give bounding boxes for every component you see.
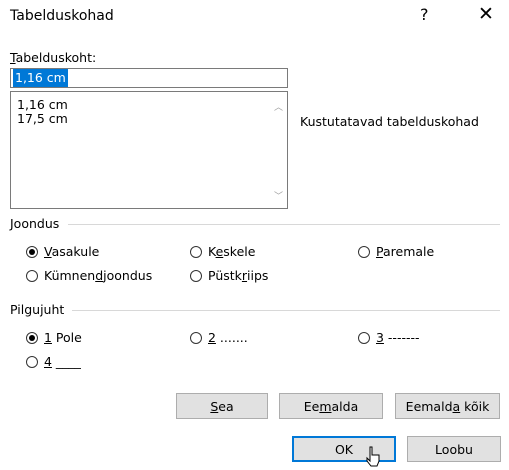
radio-unchecked-icon: [190, 245, 202, 258]
radio-unchecked-icon: [26, 269, 38, 282]
cancel-button[interactable]: Loobu: [407, 436, 501, 462]
leader-dashes-radio[interactable]: 3 -------: [358, 330, 420, 345]
set-button[interactable]: Sea: [176, 393, 268, 419]
radio-unchecked-icon: [26, 355, 38, 368]
leader-label: Pilgujuht: [10, 302, 65, 317]
radio-unchecked-icon: [190, 331, 202, 344]
radio-unchecked-icon: [358, 245, 370, 258]
close-icon[interactable]: ✕: [478, 3, 494, 25]
alignment-label: Joondus: [10, 216, 60, 231]
tab-position-input[interactable]: 1,16 cm: [10, 68, 288, 88]
dialog-title: Tabelduskohad: [10, 8, 114, 24]
radio-unchecked-icon: [358, 331, 370, 344]
align-center-radio[interactable]: Keskele: [190, 244, 255, 259]
clear-all-button[interactable]: Eemalda kõik: [395, 393, 500, 419]
leader-none-radio[interactable]: 1 Pole: [26, 330, 82, 345]
radio-checked-icon: [26, 245, 38, 258]
leader-divider: [72, 310, 500, 311]
tab-stop-item[interactable]: 17,5 cm: [17, 112, 68, 126]
chevron-down-icon[interactable]: ﹀: [274, 189, 283, 202]
tabs-to-clear-label: Kustutatavad tabelduskohad: [300, 114, 479, 129]
help-button[interactable]: ?: [420, 5, 429, 24]
radio-checked-icon: [26, 331, 38, 344]
leader-underline-radio[interactable]: 4 ____: [26, 354, 81, 369]
tab-position-label: Tabelduskoht:: [10, 50, 97, 65]
clear-button[interactable]: Eemalda: [279, 393, 383, 419]
mouse-cursor-icon: [366, 446, 380, 467]
chevron-up-icon[interactable]: ︿: [274, 100, 283, 113]
align-decimal-radio[interactable]: Kümnendjoondus: [26, 268, 152, 283]
tab-position-value: 1,16 cm: [13, 69, 68, 87]
radio-unchecked-icon: [190, 269, 202, 282]
list-scrollbar[interactable]: ︿ ﹀: [270, 92, 287, 208]
align-bar-radio[interactable]: Püstkriips: [190, 268, 268, 283]
align-left-radio[interactable]: Vasakule: [26, 244, 99, 259]
tab-stops-list[interactable]: 1,16 cm 17,5 cm ︿ ﹀: [10, 91, 288, 209]
align-right-radio[interactable]: Paremale: [358, 244, 434, 259]
tab-stop-item[interactable]: 1,16 cm: [17, 98, 68, 112]
leader-dots-radio[interactable]: 2 .......: [190, 330, 248, 345]
alignment-divider: [68, 224, 500, 225]
